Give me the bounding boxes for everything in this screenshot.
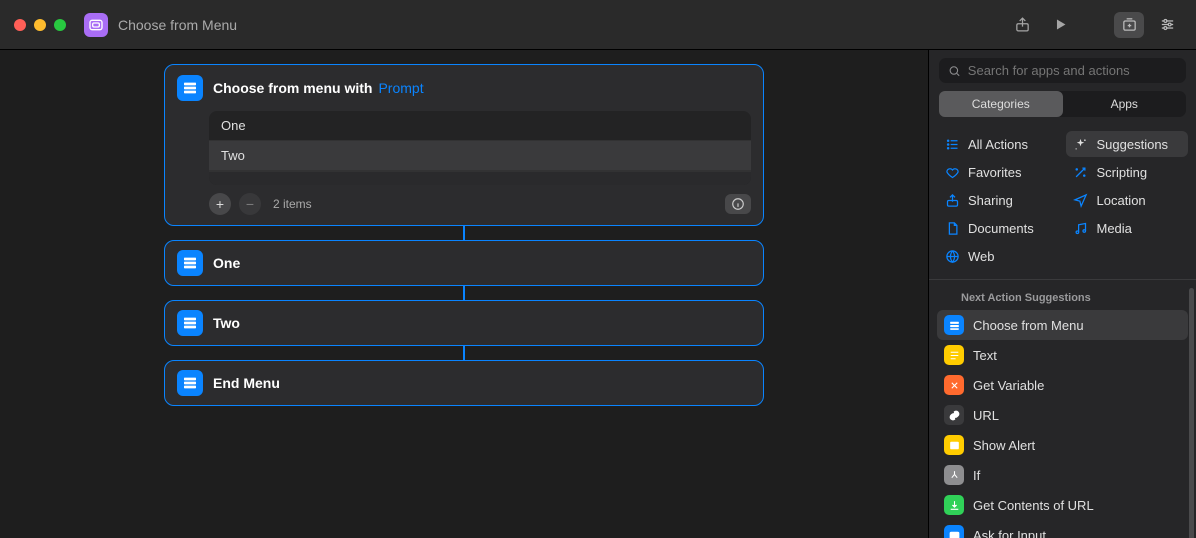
suggestion-label: Get Contents of URL [973,498,1094,513]
category-label: Suggestions [1097,137,1169,152]
input-icon [944,525,964,538]
suggestion-label: Choose from Menu [973,318,1084,333]
block-title: Two [213,315,240,331]
connector-line [463,286,465,300]
shortcut-app-icon [84,13,108,37]
category-label: Favorites [968,165,1021,180]
category-label: Web [968,249,995,264]
category-label: Documents [968,221,1034,236]
category-label: Location [1097,193,1146,208]
category-location[interactable]: Location [1066,187,1189,213]
suggestions-section: Next Action Suggestions Choose from Menu… [929,279,1196,538]
suggestion-get-variable[interactable]: Get Variable [937,370,1188,400]
variable-icon [944,375,964,395]
category-label: Scripting [1097,165,1148,180]
menu-item-row[interactable]: Two [209,141,751,171]
menu-item-blank-row[interactable] [209,171,751,185]
action-block-end-menu[interactable]: End Menu [164,360,764,406]
suggestion-show-alert[interactable]: Show Alert [937,430,1188,460]
connector-line [463,346,465,360]
suggestion-label: If [973,468,980,483]
heart-icon [944,164,960,180]
window-traffic-lights [14,19,66,31]
suggestion-if[interactable]: If [937,460,1188,490]
category-web[interactable]: Web [937,243,1060,269]
suggestion-label: URL [973,408,999,423]
block-info-button[interactable] [725,194,751,214]
close-window-button[interactable] [14,19,26,31]
suggestion-label: Ask for Input [973,528,1046,538]
menu-icon [177,310,203,336]
search-input[interactable] [968,63,1177,78]
run-button[interactable] [1046,11,1074,39]
suggestion-label: Text [973,348,997,363]
menu-icon [177,250,203,276]
suggestion-text[interactable]: Text [937,340,1188,370]
menu-item-row[interactable]: One [209,111,751,141]
action-block-branch-one[interactable]: One [164,240,764,286]
text-icon [944,345,964,365]
category-sharing[interactable]: Sharing [937,187,1060,213]
library-sidebar: Categories Apps All Actions Suggestions … [928,50,1196,538]
category-label: Sharing [968,193,1013,208]
suggestion-get-contents-of-url[interactable]: Get Contents of URL [937,490,1188,520]
download-icon [944,495,964,515]
category-scripting[interactable]: Scripting [1066,159,1189,185]
remove-menu-item-button[interactable]: − [239,193,261,215]
category-documents[interactable]: Documents [937,215,1060,241]
window-title: Choose from Menu [118,17,237,33]
category-suggestions[interactable]: Suggestions [1066,131,1189,157]
search-icon [948,64,961,78]
library-toggle-button[interactable] [1114,12,1144,38]
add-menu-item-button[interactable]: + [209,193,231,215]
location-icon [1073,192,1089,208]
workflow-canvas[interactable]: Choose from menu with Prompt One Two + −… [0,50,928,538]
segmented-control: Categories Apps [939,91,1186,117]
document-icon [944,220,960,236]
minimize-window-button[interactable] [34,19,46,31]
category-all-actions[interactable]: All Actions [937,131,1060,157]
alert-icon [944,435,964,455]
suggestion-label: Get Variable [973,378,1044,393]
branch-icon [944,465,964,485]
suggestion-ask-for-input[interactable]: Ask for Input [937,520,1188,538]
scrollbar-thumb[interactable] [1189,288,1194,538]
menu-items-count: 2 items [273,197,312,211]
prompt-token[interactable]: Prompt [378,80,423,96]
menu-icon [177,75,203,101]
menu-icon [944,315,964,335]
segment-categories[interactable]: Categories [939,91,1063,117]
wand-icon [1073,164,1089,180]
segment-apps[interactable]: Apps [1063,91,1187,117]
connector-line [463,226,465,240]
category-media[interactable]: Media [1066,215,1189,241]
search-field[interactable] [939,58,1186,83]
suggestion-choose-from-menu[interactable]: Choose from Menu [937,310,1188,340]
sparkle-icon [1073,136,1089,152]
share-icon [944,192,960,208]
menu-items-list: One Two [209,111,751,185]
category-label: Media [1097,221,1132,236]
globe-icon [944,248,960,264]
titlebar: Choose from Menu [0,0,1196,50]
category-label: All Actions [968,137,1028,152]
settings-toggle-button[interactable] [1152,12,1182,38]
block-title: Choose from menu with [213,80,372,96]
action-block-choose-from-menu[interactable]: Choose from menu with Prompt One Two + −… [164,64,764,226]
suggestion-url[interactable]: URL [937,400,1188,430]
category-favorites[interactable]: Favorites [937,159,1060,185]
suggestion-label: Show Alert [973,438,1035,453]
fullscreen-window-button[interactable] [54,19,66,31]
link-icon [944,405,964,425]
share-button[interactable] [1008,11,1036,39]
action-block-branch-two[interactable]: Two [164,300,764,346]
block-title: End Menu [213,375,280,391]
suggestions-header: Next Action Suggestions [937,286,1188,310]
block-title: One [213,255,240,271]
menu-icon [177,370,203,396]
list-icon [944,136,960,152]
music-icon [1073,220,1089,236]
